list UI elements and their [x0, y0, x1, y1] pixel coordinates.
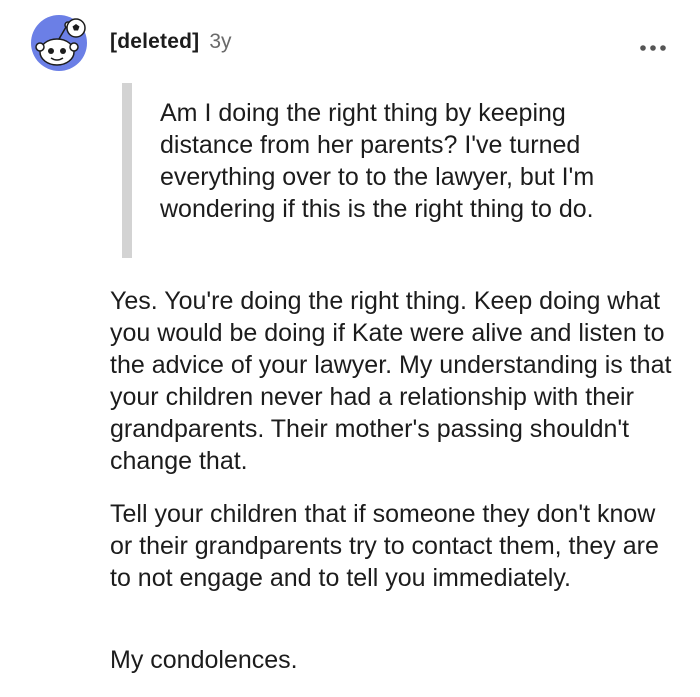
comment-paragraph: My condolences.	[110, 646, 298, 674]
comment-header: [deleted] 3y	[110, 30, 232, 54]
comment-paragraph: Yes. You're doing the right thing. Keep …	[110, 287, 672, 475]
comment-paragraph: Tell your children that if someone they …	[110, 500, 659, 592]
more-options-button[interactable]	[638, 40, 668, 51]
more-options-icon	[640, 45, 666, 51]
blockquote: Am I doing the right thing by keeping di…	[122, 83, 662, 258]
reddit-snoo-avatar-icon	[31, 15, 87, 71]
avatar[interactable]	[30, 14, 88, 72]
quote-text: Am I doing the right thing by keeping di…	[160, 99, 595, 223]
comment: [deleted] 3y Am I doing the right thing …	[0, 0, 700, 697]
comment-age: 3y	[209, 30, 232, 53]
username[interactable]: [deleted]	[110, 30, 199, 54]
quote-bar	[122, 83, 132, 258]
